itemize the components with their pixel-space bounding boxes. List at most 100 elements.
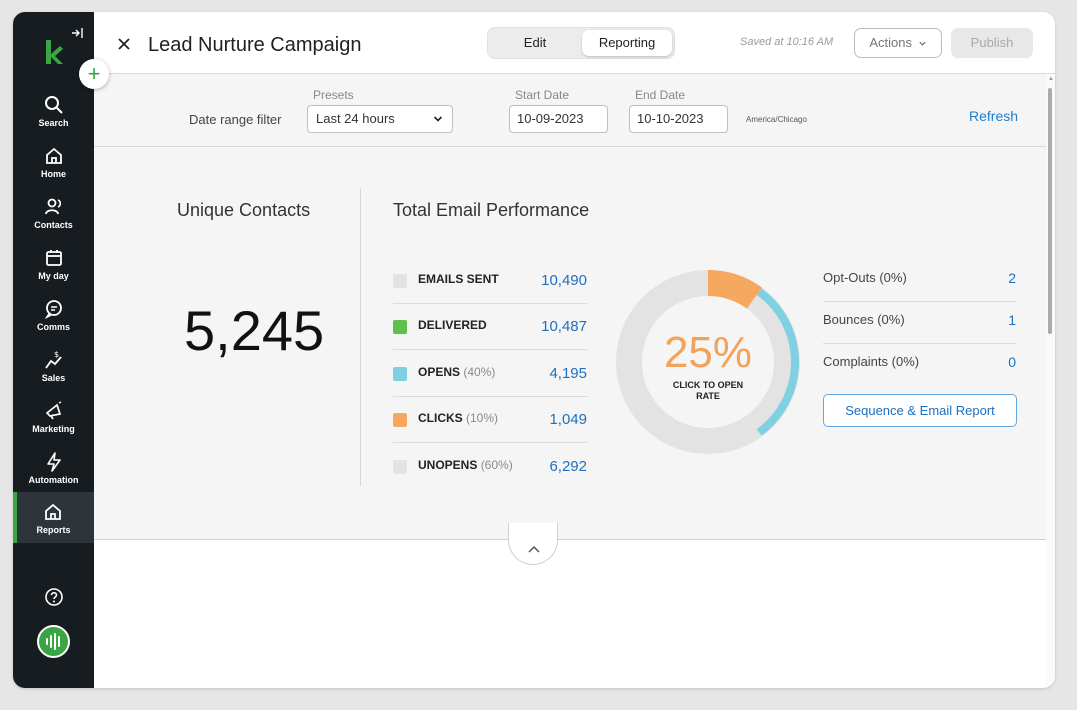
avatar-waveform-icon (46, 633, 60, 650)
sidebar-item-label: Reports (36, 525, 71, 535)
header-bar: Lead Nurture Campaign Edit Reporting Sav… (94, 12, 1055, 74)
section-divider (360, 188, 361, 486)
presets-select[interactable]: Last 24 hours (307, 105, 453, 133)
sidebar-item-sales[interactable]: $ Sales (13, 345, 94, 395)
scrollbar-thumb[interactable] (1048, 88, 1052, 334)
sidebar-item-search[interactable]: Search (13, 90, 94, 140)
panel-bottom-border (94, 539, 1046, 540)
start-date-input[interactable]: 10-09-2023 (509, 105, 608, 133)
end-date-label: End Date (635, 88, 686, 102)
metric-value: 4,195 (549, 365, 587, 382)
stat-label: Bounces (0%) (823, 312, 905, 327)
saved-status: Saved at 10:16 AM (740, 36, 834, 48)
metric-value: 10,490 (541, 272, 587, 289)
unique-contacts-value: 5,245 (184, 299, 325, 362)
click-to-open-rate-value: 25% (663, 328, 753, 377)
chevron-down-icon (918, 41, 926, 46)
page-title: Lead Nurture Campaign (148, 34, 362, 56)
view-toggle: Edit Reporting (487, 27, 675, 59)
close-icon[interactable] (116, 36, 132, 52)
sidebar-item-label: Comms (36, 322, 70, 332)
reports-icon (45, 503, 61, 520)
legend-swatch (393, 367, 407, 381)
metric-value: 6,292 (549, 458, 587, 475)
metric-label: UNOPENS (60%) (418, 458, 513, 472)
sidebar-item-label: Marketing (32, 424, 75, 434)
tab-edit[interactable]: Edit (490, 30, 580, 56)
email-performance-title: Total Email Performance (393, 200, 590, 220)
click-to-open-rate-caption: CLICK TO OPEN RATE (672, 380, 744, 401)
metric-row-unopens: UNOPENS (60%) 6,292 (393, 444, 587, 490)
sidebar-item-label: Sales (41, 373, 66, 383)
legend-swatch (393, 413, 407, 427)
collapse-sidebar-icon[interactable] (69, 26, 85, 42)
metric-row-emails-sent: EMAILS SENT 10,490 (393, 258, 587, 304)
tab-reporting[interactable]: Reporting (582, 30, 672, 56)
stat-label: Complaints (0%) (823, 354, 920, 369)
legend-swatch (393, 274, 407, 288)
sidebar-item-contacts[interactable]: Contacts (13, 192, 94, 242)
sales-icon: $ (44, 350, 62, 369)
presets-value: Last 24 hours (316, 111, 395, 126)
metric-row-delivered: DELIVERED 10,487 (393, 304, 587, 350)
stat-value: 1 (1008, 312, 1016, 328)
date-filter-bar: Date range filter Presets Last 24 hours … (94, 74, 1046, 147)
keap-logo-icon (46, 40, 63, 64)
stat-row-opt-outs: Opt-Outs (0%) 2 (823, 260, 1016, 302)
legend-swatch (393, 460, 407, 474)
legend-swatch (393, 320, 407, 334)
report-panel: Date range filter Presets Last 24 hours … (94, 74, 1046, 540)
presets-label: Presets (313, 88, 354, 102)
sidebar-item-comms[interactable]: Comms (13, 294, 94, 344)
metric-label: CLICKS (10%) (418, 411, 499, 425)
chevron-up-icon (528, 545, 540, 553)
chat-icon (44, 300, 62, 320)
end-date-input[interactable]: 10-10-2023 (629, 105, 728, 133)
sidebar-item-label: Search (38, 118, 69, 128)
sidebar-item-home[interactable]: Home (13, 141, 94, 191)
stat-value: 0 (1008, 354, 1016, 370)
calendar-icon (45, 250, 62, 266)
scroll-up-arrow-icon[interactable]: ▲ (1048, 76, 1054, 82)
unique-contacts-title: Unique Contacts (177, 200, 311, 220)
sidebar-item-automation[interactable]: Automation (13, 447, 94, 497)
metric-label: DELIVERED (418, 318, 487, 332)
sidebar: + Search Home Contacts My day Comms $ Sa… (13, 12, 109, 688)
add-button[interactable]: + (79, 59, 109, 89)
collapse-panel-button[interactable] (508, 523, 558, 565)
help-icon[interactable] (44, 587, 64, 607)
stat-value: 2 (1008, 270, 1016, 286)
date-range-filter-label: Date range filter (189, 112, 282, 127)
start-date-label: Start Date (515, 88, 570, 102)
actions-label: Actions (869, 35, 912, 50)
lightning-icon (46, 452, 61, 472)
chevron-down-icon (433, 116, 443, 122)
search-icon (44, 96, 63, 114)
metric-row-clicks: CLICKS (10%) 1,049 (393, 397, 587, 443)
publish-button[interactable]: Publish (951, 28, 1033, 58)
refresh-link[interactable]: Refresh (969, 108, 1018, 124)
sidebar-item-my-day[interactable]: My day (13, 243, 94, 293)
svg-text:$: $ (54, 350, 59, 359)
avatar[interactable] (37, 625, 70, 658)
stat-row-bounces: Bounces (0%) 1 (823, 302, 1016, 344)
app-window: + Search Home Contacts My day Comms $ Sa… (13, 12, 1055, 688)
sidebar-item-reports[interactable]: Reports (13, 492, 94, 543)
sidebar-item-label: Home (40, 169, 66, 179)
sidebar-item-label: Contacts (34, 220, 73, 230)
sequence-email-report-button[interactable]: Sequence & Email Report (823, 394, 1017, 427)
metric-label: EMAILS SENT (418, 272, 499, 286)
metric-row-opens: OPENS (40%) 4,195 (393, 351, 587, 397)
contacts-icon (44, 198, 61, 215)
metric-value: 1,049 (549, 411, 587, 428)
stat-label: Opt-Outs (0%) (823, 270, 907, 285)
sidebar-item-marketing[interactable]: Marketing (13, 396, 94, 446)
actions-button[interactable]: Actions (854, 28, 942, 58)
home-icon (45, 147, 62, 164)
stat-row-complaints: Complaints (0%) 0 (823, 344, 1016, 386)
sidebar-item-label: My day (38, 271, 69, 281)
metric-label: OPENS (40%) (418, 365, 496, 379)
main-area: Lead Nurture Campaign Edit Reporting Sav… (94, 12, 1055, 688)
timezone-label: America/Chicago (746, 115, 807, 124)
metric-value: 10,487 (541, 318, 587, 335)
